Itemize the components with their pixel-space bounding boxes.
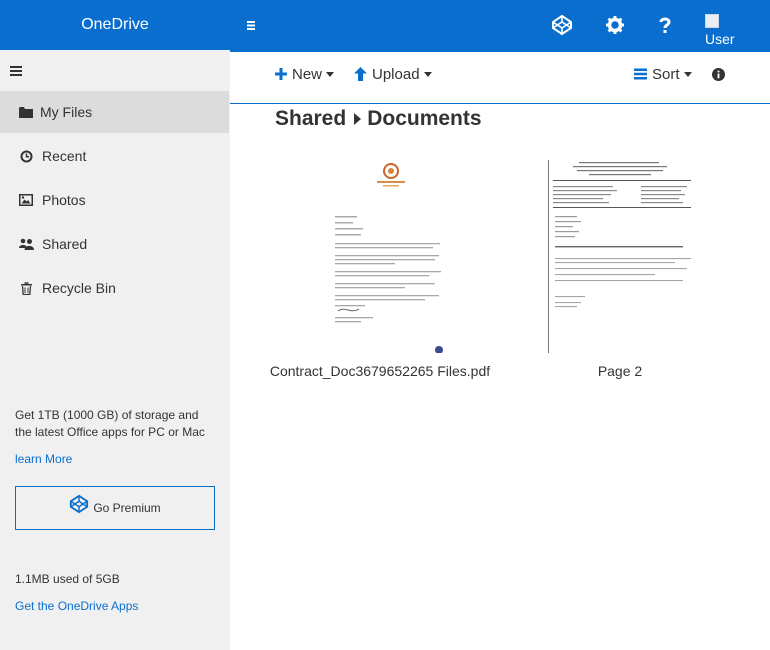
users-icon xyxy=(18,236,34,252)
get-apps-link[interactable]: Get the OneDrive Apps xyxy=(15,599,138,613)
upload-button[interactable]: Upload xyxy=(354,64,432,84)
sidebar-item-recycle-bin[interactable]: Recycle Bin xyxy=(0,267,229,309)
sidebar-item-shared[interactable]: Shared xyxy=(0,223,229,265)
go-premium-button[interactable]: Go Premium xyxy=(15,486,215,530)
sidebar-item-label: My Files xyxy=(40,104,93,120)
command-bar: New Upload Sort xyxy=(230,52,770,104)
breadcrumb-item-documents: Documents xyxy=(367,107,482,130)
image-icon xyxy=(18,192,34,208)
info-icon[interactable] xyxy=(712,64,725,84)
pdf-thumbnail xyxy=(548,160,694,353)
storage-promo-text: Get 1TB (1000 GB) of storage and the lat… xyxy=(15,408,205,439)
file-name: Page 2 xyxy=(597,363,643,379)
caret-down-icon xyxy=(423,71,432,77)
trash-icon xyxy=(18,280,34,296)
sidebar-item-label: Shared xyxy=(42,236,88,252)
sidebar-item-recent[interactable]: Recent xyxy=(0,135,229,177)
go-premium-label: Go Premium xyxy=(93,501,161,515)
brand-label: OneDrive xyxy=(81,16,149,33)
codepen-icon[interactable] xyxy=(550,13,574,37)
storage-usage: 1.1MB used of 5GB xyxy=(15,572,120,586)
breadcrumb: Shared Documents xyxy=(275,106,482,132)
arrow-up-icon xyxy=(354,67,367,81)
sidebar-toggle-icon[interactable] xyxy=(10,64,24,78)
caret-down-icon xyxy=(683,71,692,77)
sidebar-item-label: Recent xyxy=(42,148,87,164)
breadcrumb-item-shared[interactable]: Shared xyxy=(275,107,346,131)
sidebar-item-my-files[interactable]: My Files xyxy=(0,91,229,133)
sort-button[interactable]: Sort xyxy=(634,64,692,84)
plus-icon xyxy=(275,68,287,80)
clock-icon xyxy=(18,148,34,164)
file-name: Contract_Doc3679652265 Files.pdf xyxy=(269,363,491,379)
folder-icon xyxy=(18,104,34,120)
pdf-thumbnail xyxy=(333,160,453,354)
sort-label: Sort xyxy=(652,65,680,83)
avatar-alt-text: User xyxy=(705,31,735,47)
new-button[interactable]: New xyxy=(275,64,335,84)
sidebar-item-label: Photos xyxy=(42,192,86,208)
sidebar-item-photos[interactable]: Photos xyxy=(0,179,229,221)
list-icon xyxy=(634,68,647,80)
upload-label: Upload xyxy=(372,65,420,83)
sidebar: My Files Recent Photos Shared Recycle Bi… xyxy=(0,50,230,650)
gear-icon[interactable] xyxy=(603,13,627,37)
codepen-icon xyxy=(70,494,89,514)
document-preview-icon xyxy=(335,163,443,354)
broken-image-icon xyxy=(705,14,719,28)
caret-right-icon xyxy=(354,113,362,125)
user-avatar[interactable]: User xyxy=(705,14,745,48)
sidebar-item-label: Recycle Bin xyxy=(42,280,116,296)
hamburger-menu-icon[interactable] xyxy=(244,17,258,33)
caret-down-icon xyxy=(326,71,335,77)
new-label: New xyxy=(292,65,323,83)
help-icon[interactable] xyxy=(653,13,677,37)
top-bar: User xyxy=(230,0,770,52)
document-preview-icon xyxy=(553,162,691,308)
learn-more-link[interactable]: learn More xyxy=(15,452,72,466)
brand-title[interactable]: OneDrive xyxy=(0,0,230,50)
